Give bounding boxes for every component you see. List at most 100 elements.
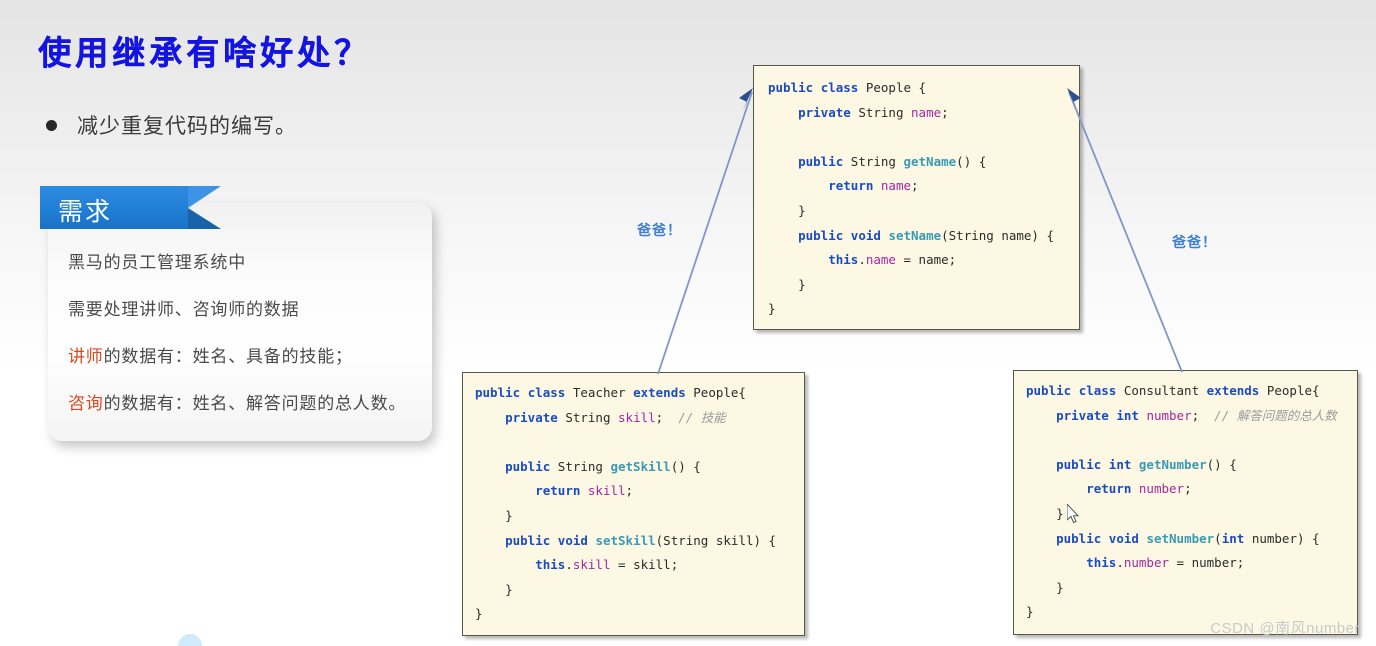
- code-line: public void setName(String name) {: [768, 224, 1079, 249]
- code-token: this: [828, 252, 859, 268]
- code-token: }: [1026, 505, 1064, 521]
- code-line: this.number = number;: [1026, 551, 1357, 576]
- code-token: public: [1056, 456, 1109, 472]
- decorative-circle: [178, 634, 202, 646]
- code-line: public class Consultant extends People{: [1026, 379, 1357, 404]
- code-token: name: [865, 252, 896, 268]
- code-token: int: [1116, 407, 1147, 423]
- code-line: public String getName() {: [768, 150, 1079, 175]
- code-token: int: [1108, 456, 1139, 472]
- code-token: private: [505, 409, 566, 425]
- code-token: getNumber: [1138, 456, 1207, 472]
- code-token: number: [1146, 407, 1192, 423]
- code-token: = skill;: [610, 557, 679, 573]
- code-token: int: [1221, 530, 1252, 546]
- code-token: ;: [1184, 481, 1192, 497]
- code-token: .: [1116, 555, 1124, 571]
- code-token: ;: [655, 409, 679, 425]
- code-token: }: [768, 202, 806, 218]
- code-block-people: public class People { private String nam…: [753, 65, 1080, 330]
- code-token: // 技能: [678, 409, 726, 425]
- ribbon-fold-decoration: [188, 186, 221, 229]
- requirement-line: 需要处理讲师、咨询师的数据: [68, 300, 300, 319]
- code-token: return: [828, 178, 881, 194]
- code-token: public: [1056, 530, 1109, 546]
- code-line: public class People {: [768, 76, 1079, 101]
- code-token: return: [535, 483, 588, 499]
- code-token: .: [565, 557, 573, 573]
- code-token: ;: [911, 178, 919, 194]
- page-title: 使用继承有啥好处？: [38, 33, 371, 72]
- requirement-card-body: 黑马的员工管理系统中 需要处理讲师、咨询师的数据 讲师的数据有：姓名、具备的技能； 咨…: [68, 248, 428, 436]
- mouse-cursor-icon: [1067, 504, 1080, 524]
- arrow-line-consultant-to-people: [1068, 91, 1183, 373]
- code-line: return name;: [768, 174, 1079, 199]
- code-line: public String getSkill() {: [475, 455, 804, 480]
- code-token: Consultant: [1123, 383, 1207, 398]
- relation-label-left: 爸爸！: [637, 222, 682, 238]
- code-line: return skill;: [475, 479, 804, 504]
- code-line: private String skill; // 技能: [475, 406, 804, 431]
- code-token: public: [505, 532, 558, 548]
- code-token: (String skill) {: [655, 532, 777, 548]
- code-line: }: [475, 504, 804, 529]
- requirement-line: 咨询的数据有：姓名、解答问题的总人数。: [68, 394, 407, 413]
- code-token: ;: [941, 104, 949, 120]
- code-token: name: [911, 104, 942, 120]
- code-token: number: [1138, 481, 1185, 497]
- code-line: private String name;: [768, 101, 1079, 126]
- code-token: }: [1026, 579, 1064, 595]
- code-token: ;: [1191, 407, 1215, 423]
- code-token: () {: [956, 153, 987, 169]
- watermark-label: CSDN @南风number: [1210, 620, 1360, 637]
- code-block-teacher: public class Teacher extends People{ pri…: [462, 372, 805, 636]
- code-token: this: [535, 557, 566, 573]
- code-line: public int getNumber() {: [1026, 453, 1357, 478]
- code-token: skill: [572, 557, 611, 573]
- code-line: }: [475, 602, 804, 627]
- code-line: public void setNumber(int number) {: [1026, 527, 1357, 552]
- code-block-consultant: public class Consultant extends People{ …: [1013, 370, 1358, 635]
- code-line: private int number; // 解答问题的总人数: [1026, 404, 1357, 429]
- code-token: extends: [633, 385, 694, 400]
- code-line: this.skill = skill;: [475, 553, 804, 578]
- code-token: = name;: [895, 252, 957, 268]
- code-token: public: [505, 458, 558, 474]
- code-token: void: [557, 532, 596, 548]
- code-token: (: [1214, 530, 1222, 546]
- code-line: }: [475, 578, 804, 603]
- code-line: }: [1026, 576, 1357, 601]
- code-token: People{: [1266, 383, 1320, 398]
- code-token: number: [1123, 555, 1170, 571]
- code-token: class: [1078, 383, 1124, 398]
- code-line: }: [768, 199, 1079, 224]
- code-token: Teacher: [572, 385, 634, 400]
- relation-label-right: 爸爸！: [1172, 234, 1217, 250]
- code-token: number) {: [1251, 530, 1320, 546]
- code-token: setSkill: [595, 532, 656, 548]
- arrow-head-teacher-to-people: [739, 88, 753, 112]
- code-token: // 解答问题的总人数: [1214, 407, 1337, 423]
- code-token: skill: [587, 483, 626, 499]
- code-token: () {: [670, 458, 701, 474]
- requirement-highlight: 讲师: [68, 347, 104, 366]
- code-token: private: [798, 104, 859, 120]
- code-token: setNumber: [1146, 530, 1215, 546]
- code-token: }: [475, 507, 513, 523]
- code-token: public: [1026, 383, 1079, 398]
